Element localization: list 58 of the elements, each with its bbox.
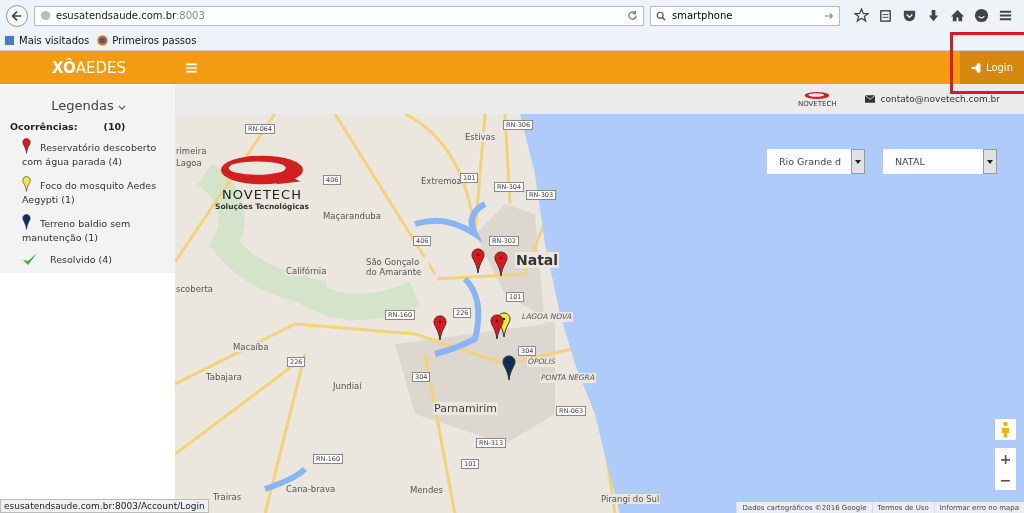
- place-label: Trairas: [212, 492, 243, 502]
- place-label: rimeira: [175, 146, 208, 156]
- place-label: Extremoz: [420, 176, 463, 186]
- bookmark-link[interactable]: Mais visitados: [4, 35, 90, 46]
- place-label: Natal: [515, 252, 560, 268]
- bookmark-icon: [4, 35, 15, 46]
- back-arrow-icon: [11, 9, 23, 22]
- pocket-icon[interactable]: [902, 8, 917, 23]
- legend-label: Foco do mosquito Aedes Aegypti (1): [22, 180, 157, 205]
- map-pin-icon[interactable]: [433, 315, 447, 341]
- legend-label: Terreno baldio sem manutenção (1): [22, 218, 131, 243]
- place-label: Cana-brava: [285, 484, 337, 494]
- home-icon[interactable]: [950, 8, 965, 23]
- star-icon[interactable]: [854, 8, 869, 23]
- contact-email[interactable]: contato@novetech.com.br: [880, 94, 1000, 104]
- caret-icon: [855, 159, 861, 164]
- chat-icon[interactable]: [974, 8, 989, 23]
- search-field[interactable]: smartphone: [650, 5, 840, 26]
- place-label: Parnamirim: [433, 402, 498, 415]
- place-label: São Gonçalo do Amarante: [365, 257, 429, 277]
- map-pin-icon[interactable]: [502, 355, 516, 381]
- search-icon: [656, 10, 666, 21]
- status-bar: esusatendsaude.com.br:8003/Account/Login: [0, 499, 209, 513]
- place-label: Maçaranduba: [322, 211, 382, 221]
- state-dropdown[interactable]: Rio Grande d: [767, 149, 865, 174]
- place-label: Estivas: [464, 132, 497, 142]
- total-count: (10): [103, 121, 126, 132]
- bookmark-link[interactable]: Primeiros passos: [97, 35, 197, 46]
- caret-icon: [987, 159, 993, 164]
- city-dropdown[interactable]: NATAL: [883, 149, 997, 174]
- browser-logo-icon: [97, 35, 109, 46]
- legend-heading: Ocorrências:: [10, 121, 78, 132]
- place-label: Lagoa: [175, 158, 203, 168]
- legend-label: Reservatório descoberto com água parada (4): [22, 142, 157, 167]
- url-text: esusatendsaude.com.br:8003: [56, 10, 206, 21]
- place-label: Pirangi do Sul: [600, 494, 661, 504]
- clipboard-icon[interactable]: [878, 8, 893, 23]
- arrow-icon[interactable]: [824, 10, 834, 21]
- menu-icon[interactable]: [998, 8, 1013, 23]
- place-label: Jundiaí: [332, 381, 363, 391]
- envelope-icon: [864, 95, 875, 103]
- map-pin-icon[interactable]: [494, 251, 508, 277]
- map-pin-icon[interactable]: [471, 248, 485, 274]
- place-label: Macaíba: [232, 342, 270, 352]
- pegman-icon: [1001, 421, 1010, 438]
- reload-icon[interactable]: [627, 10, 638, 21]
- place-label: Califórnia: [285, 266, 328, 276]
- map-pin-icon[interactable]: [490, 314, 504, 340]
- place-label: Mendes: [409, 485, 444, 495]
- place-label: Tabajara: [205, 372, 243, 382]
- legend-toggle[interactable]: Legendas: [10, 98, 167, 113]
- address-field[interactable]: esusatendsaude.com.br:8003: [34, 5, 644, 26]
- place-label: scoberta: [175, 284, 214, 294]
- sign-in-icon: [971, 62, 981, 73]
- globe-icon: [40, 10, 51, 21]
- chevron-icon: [117, 105, 126, 110]
- legend-label: Resolvido (4): [50, 254, 112, 265]
- back-button[interactable]: [6, 4, 28, 27]
